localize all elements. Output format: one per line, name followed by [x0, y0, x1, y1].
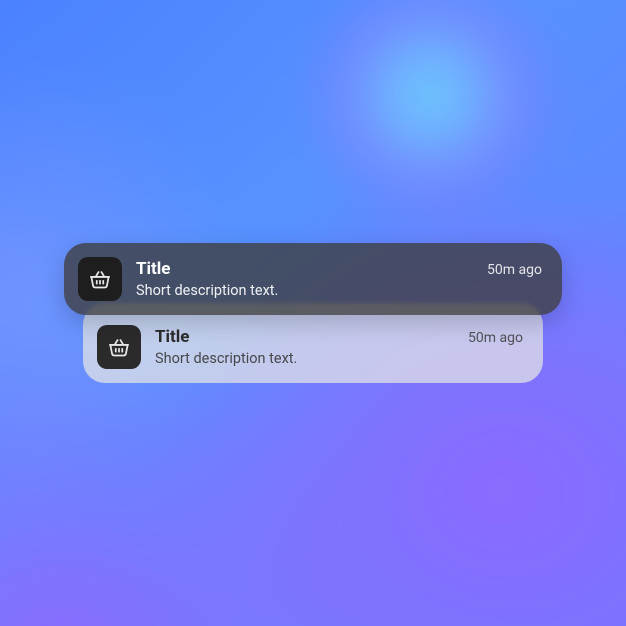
basket-icon [78, 257, 122, 301]
notification-stack: Title 50m ago Short description text. Ti… [64, 243, 562, 383]
notification-time: 50m ago [468, 330, 523, 346]
notification-description: Short description text. [155, 350, 523, 367]
notification-description: Short description text. [136, 282, 542, 299]
notification-card[interactable]: Title 50m ago Short description text. [64, 243, 562, 315]
notification-body: Title 50m ago Short description text. [136, 259, 542, 298]
notification-card[interactable]: Title 50m ago Short description text. [83, 303, 543, 383]
basket-icon [97, 325, 141, 369]
notification-time: 50m ago [487, 262, 542, 278]
notification-title: Title [136, 259, 170, 279]
notification-title: Title [155, 327, 189, 347]
notification-body: Title 50m ago Short description text. [155, 327, 523, 366]
